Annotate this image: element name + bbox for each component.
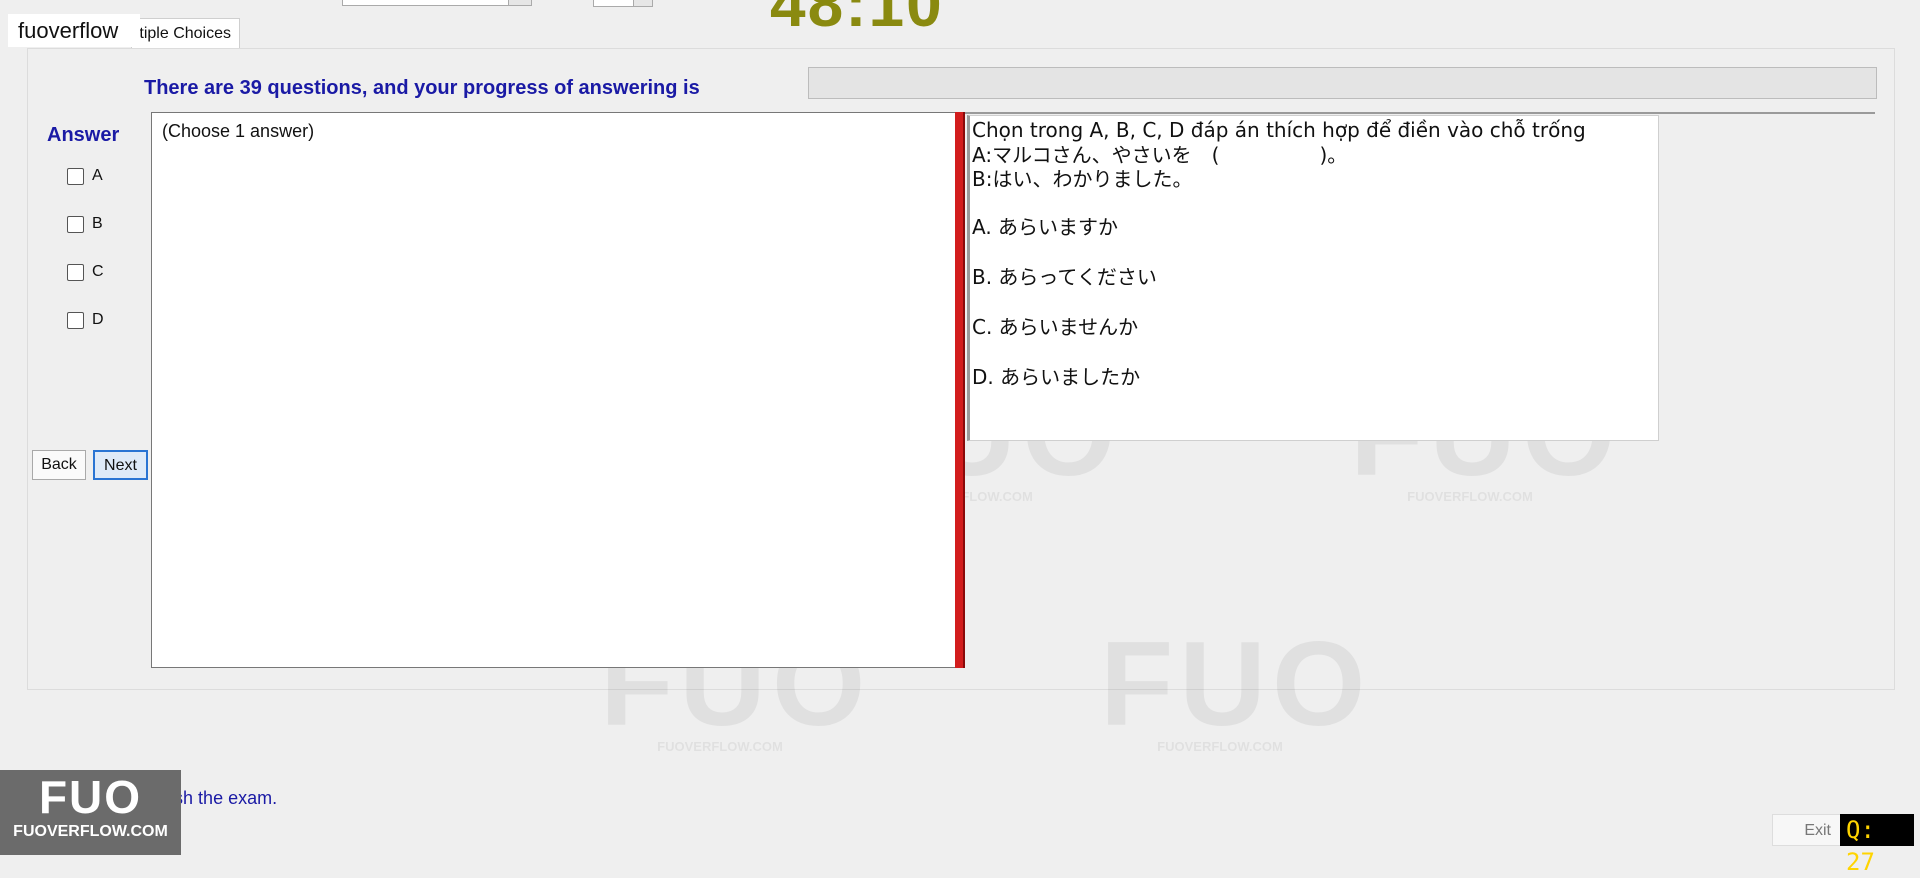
panel-splitter[interactable]: [955, 112, 965, 668]
tab-multiple-choices[interactable]: tiple Choices: [131, 18, 240, 48]
chevron-down-icon[interactable]: [508, 0, 531, 5]
brand-label: fuoverflow: [8, 14, 140, 47]
choice-c: C. あらいませんか: [972, 315, 1139, 339]
answer-heading: Answer: [47, 124, 120, 146]
answer-panel: [151, 112, 958, 668]
top-select[interactable]: [342, 0, 532, 6]
answer-option-d[interactable]: D: [67, 309, 104, 331]
progress-label: There are 39 questions, and your progres…: [144, 77, 700, 99]
back-button[interactable]: Back: [32, 450, 86, 480]
checkbox-d[interactable]: [67, 311, 84, 329]
checkbox-a[interactable]: [67, 167, 84, 185]
answer-option-c[interactable]: C: [67, 261, 104, 283]
countdown-timer: 48:10: [770, 0, 944, 40]
top-spinner[interactable]: [593, 0, 653, 7]
spin-button[interactable]: [633, 0, 652, 6]
choice-d: D. あらいましたか: [972, 365, 1141, 389]
answer-option-b[interactable]: B: [67, 213, 103, 235]
question-prompt: Chọn trong A, B, C, D đáp án thích hợp đ…: [972, 118, 1586, 142]
next-button[interactable]: Next: [93, 450, 148, 480]
question-line-b: B:はい、わかりました。: [972, 167, 1193, 191]
fuoverflow-logo: FUO FUOVERFLOW.COM: [0, 770, 181, 855]
checkbox-b[interactable]: [67, 215, 84, 233]
checkbox-c[interactable]: [67, 263, 84, 281]
progress-bar: [808, 67, 1877, 99]
choice-a: A. あらいますか: [972, 215, 1119, 239]
question-line-a: A:マルコさん、やさいを ( )。: [972, 143, 1348, 167]
question-number-badge: Q: 27: [1840, 814, 1914, 876]
choice-b: B. あらってください: [972, 265, 1157, 289]
exit-button[interactable]: Exit: [1772, 814, 1842, 846]
answer-instruction: (Choose 1 answer): [162, 121, 315, 141]
answer-option-a[interactable]: A: [67, 165, 103, 187]
